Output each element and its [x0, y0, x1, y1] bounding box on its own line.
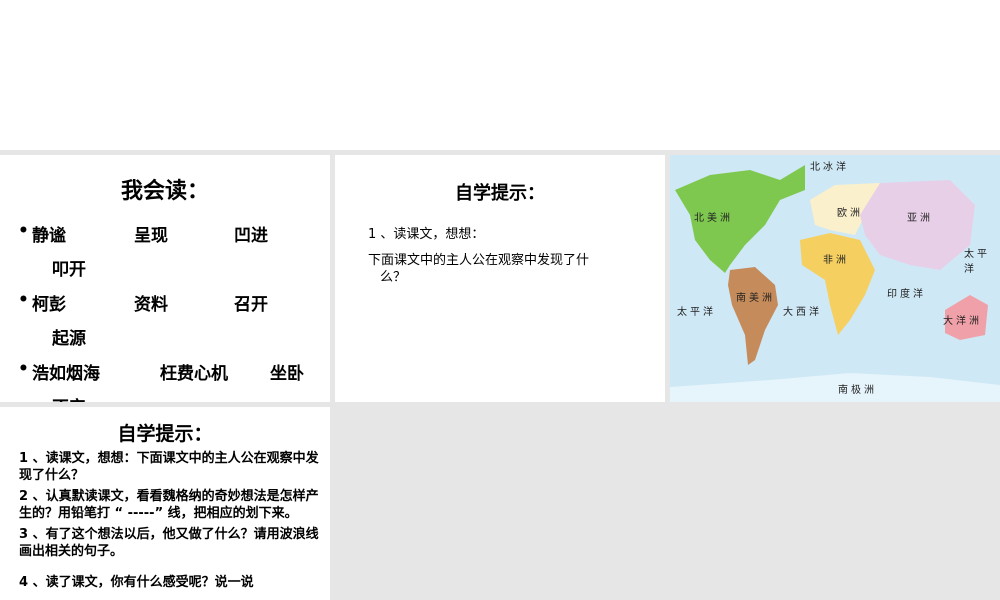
tip-line: 么？ — [380, 270, 407, 285]
word-row-cont: 不安 — [0, 393, 330, 402]
world-map-image — [670, 155, 1000, 402]
word-row-cont: 叩开 — [52, 260, 86, 280]
map-label: 非洲 — [823, 255, 849, 266]
word-row: • 浩如烟海 枉费心机 坐卧 — [18, 359, 304, 384]
question-item: 2 、认真默读课文，看看魏格纳的奇妙想法是怎样产生的？用铅笔打 “ -----”… — [19, 489, 319, 521]
tip-line: 1 、读课文，想想： — [368, 227, 485, 242]
map-label: 北冰洋 — [810, 162, 849, 173]
slide-thumbnail-reading-words[interactable]: 我会读： •静谧呈现凹进 叩开 •柯彭资料召开 起源 •浩如烟海枉费心机坐卧 不… — [0, 155, 330, 402]
map-label: 欧洲 — [837, 208, 863, 219]
map-label: 北美洲 — [694, 213, 733, 224]
question-item: 3 、有了这个想法以后，他又做了什么？请用波浪线画出相关的句子。 — [19, 527, 319, 559]
map-label: 大西洋 — [783, 307, 822, 318]
question-item: 1 、读课文，想想：下面课文中的主人公在观察中发现了什么？ — [19, 451, 319, 483]
slide-title: 自学提示： — [455, 183, 545, 204]
map-label: 大洋洲 — [943, 316, 982, 327]
map-label: 印度洋 — [887, 289, 926, 300]
word-row: • 静谧 呈现 凹进 — [18, 221, 268, 246]
map-label: 太平洋 — [964, 249, 990, 275]
map-label: 南美洲 — [736, 293, 775, 304]
slide-title: 我会读： — [120, 179, 209, 204]
map-label: 亚洲 — [907, 213, 933, 224]
word-row: • 柯彭 资料 召开 — [18, 290, 268, 315]
word-row-cont: 起源 — [52, 329, 86, 349]
map-label: 太平洋 — [677, 307, 716, 318]
slide-thumbnail-study-questions[interactable]: 自学提示： 1 、读课文，想想：下面课文中的主人公在观察中发现了什么？ 2 、认… — [0, 407, 330, 600]
slide-thumbnail-study-tips[interactable]: 自学提示： 1 、读课文，想想： 下面课文中的主人公在观察中发现了什 么？ — [335, 155, 665, 402]
slide-title: 自学提示： — [117, 423, 213, 445]
top-blank-area — [0, 0, 1000, 150]
question-item: 4 、读了课文，你有什么感受呢？说一说 — [19, 575, 254, 590]
map-label: 南极洲 — [838, 385, 877, 396]
tip-line: 下面课文中的主人公在观察中发现了什 — [368, 253, 590, 268]
slide-thumbnail-world-map[interactable]: 北冰洋 北美洲 欧洲 亚洲 非洲 太平洋 南美洲 太平洋 大西洋 印度洋 大洋洲… — [670, 155, 1000, 402]
